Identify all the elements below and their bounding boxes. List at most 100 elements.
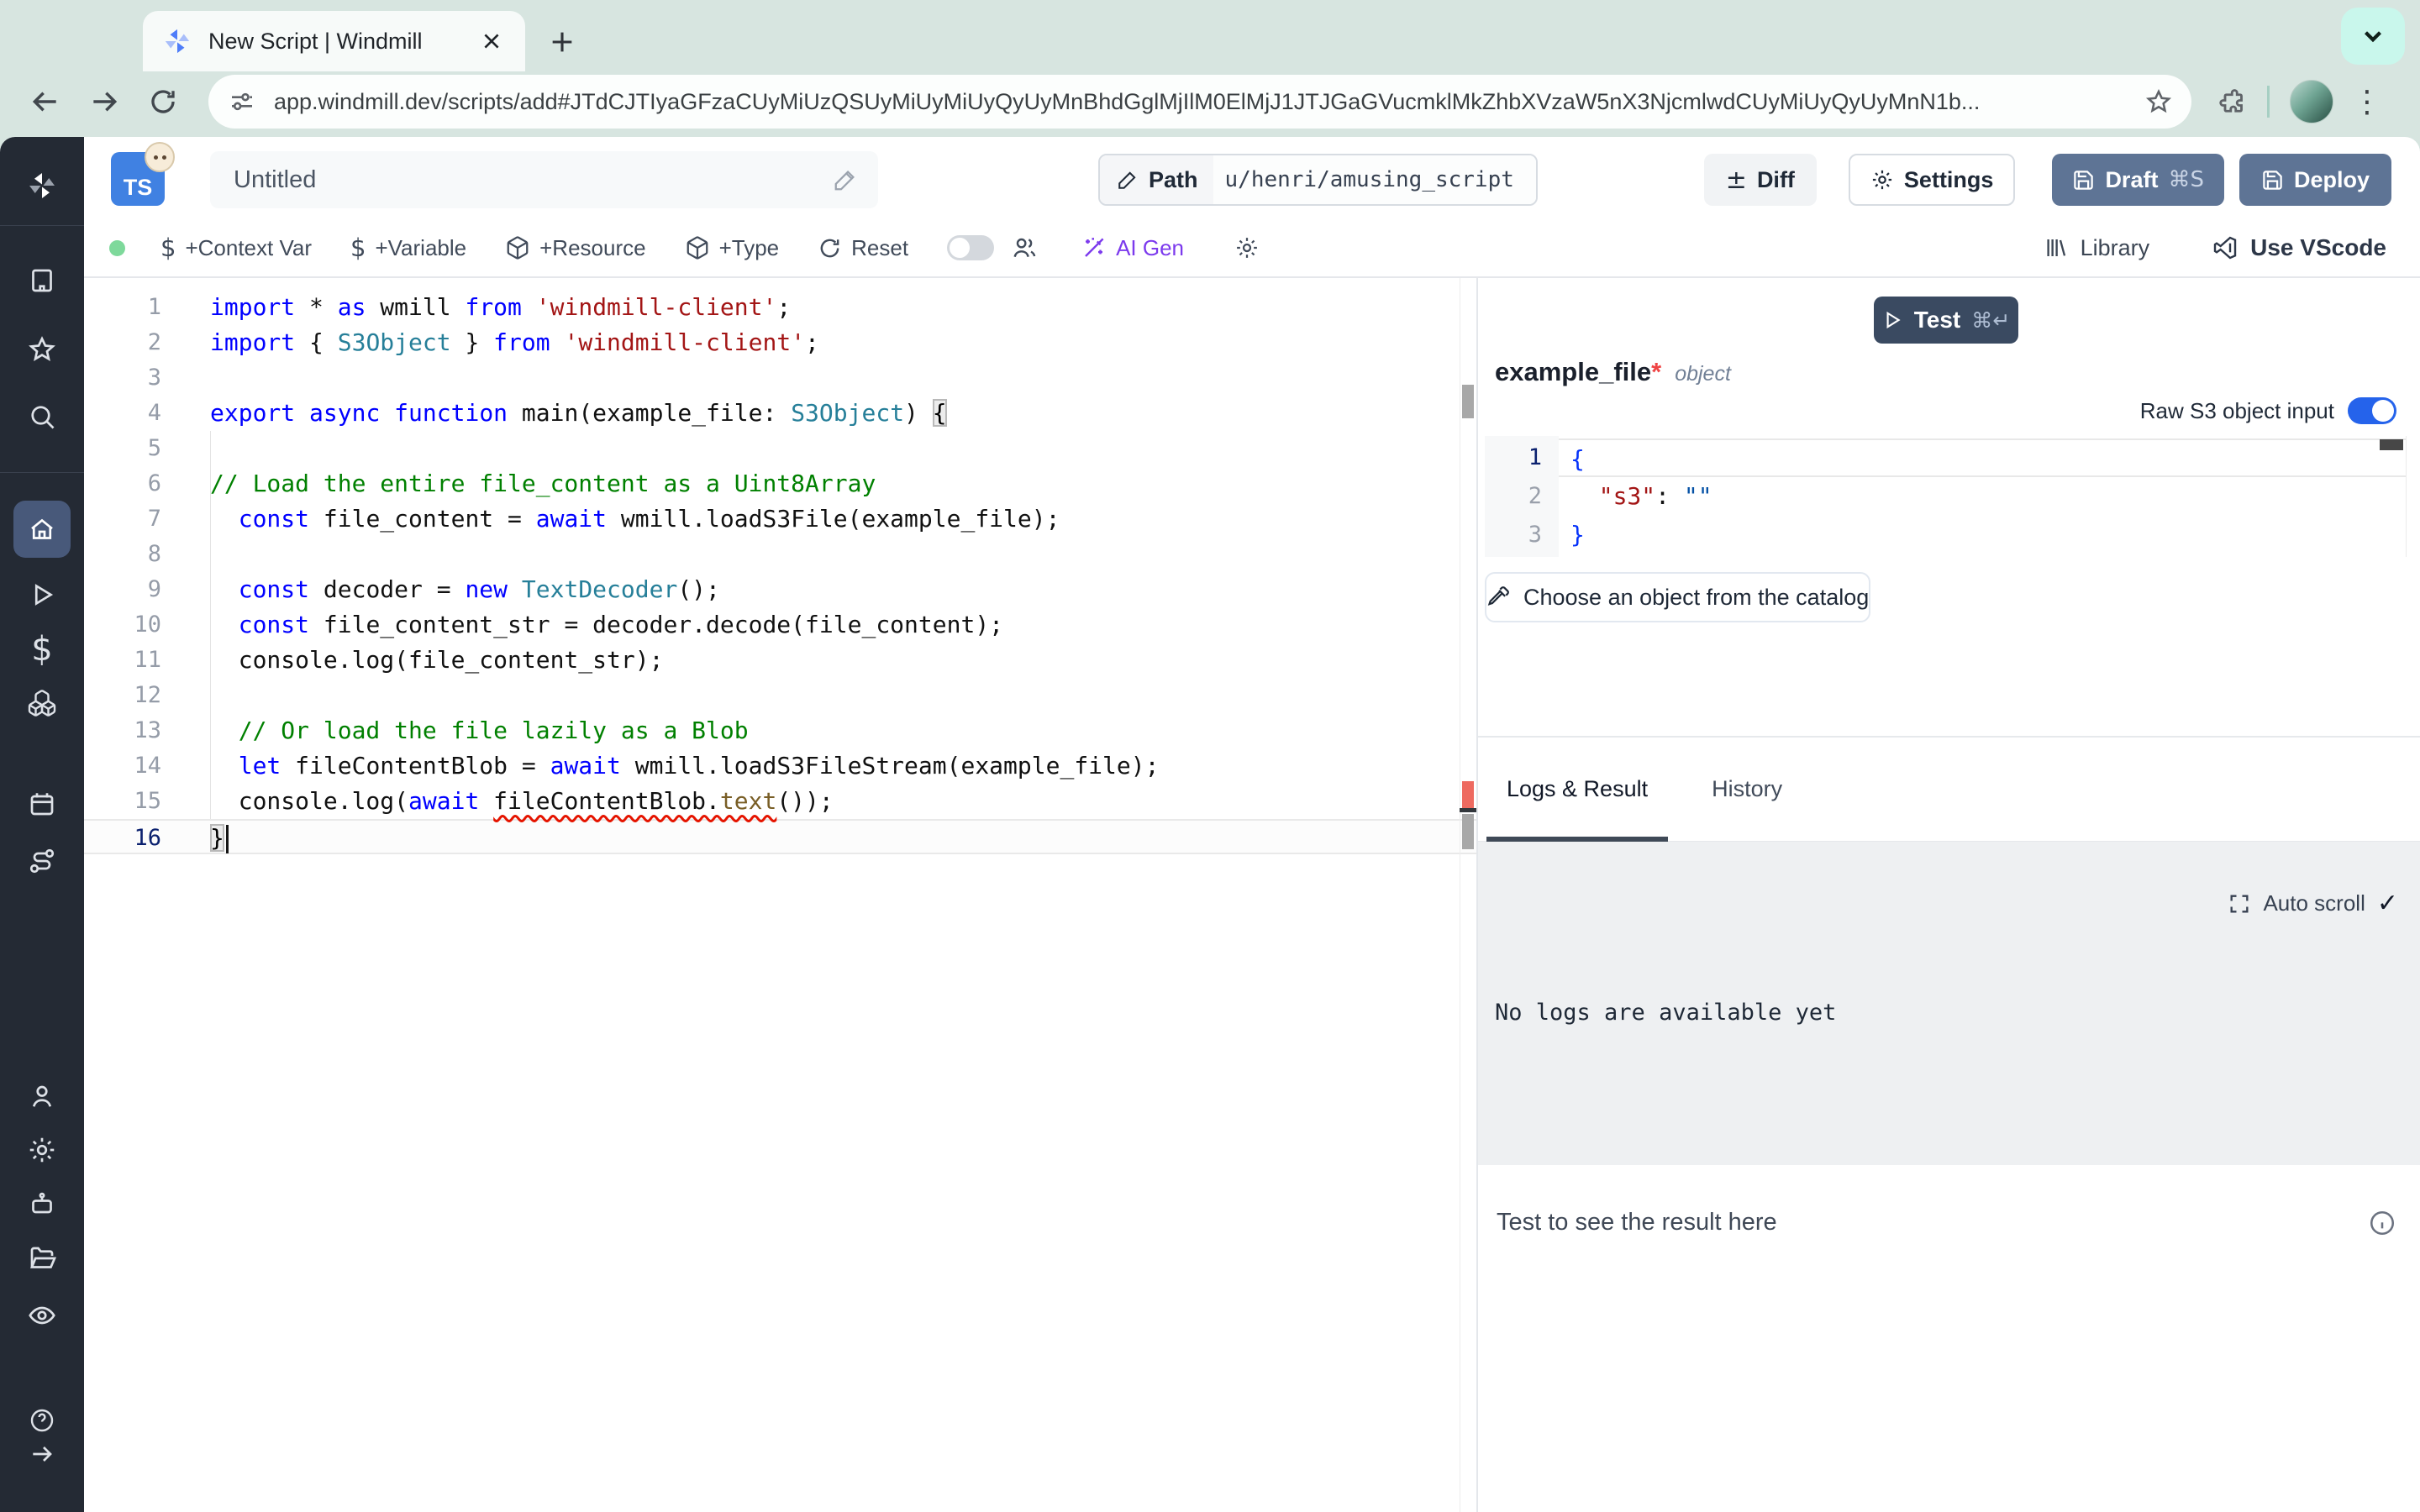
expand-sidebar-icon[interactable] [29,1441,55,1467]
script-header: TS Untitled Path u/henri/amusing_script … [84,137,2420,223]
code-line[interactable]: 12 [84,678,1476,713]
library-button[interactable]: Library [2044,235,2150,261]
code-line[interactable]: 3 [84,360,1476,396]
use-vscode-button[interactable]: Use VScode [2212,234,2386,261]
sidebar-item-schedules[interactable] [27,789,57,819]
code-line[interactable]: 14 let fileContentBlob = await wmill.loa… [84,748,1476,784]
diff-button[interactable]: ± Diff [1704,154,1817,206]
dollar-icon: $ [160,234,176,262]
sidebar-item-folders[interactable] [27,1243,57,1273]
sidebar-item-variables[interactable]: $ [31,633,52,666]
sidebar-item-home[interactable] [13,501,71,558]
result-pane: Test to see the result here [1478,1165,2420,1512]
code-line[interactable]: 5 [84,431,1476,466]
tab-history[interactable]: History [1691,738,1802,841]
raw-s3-toggle[interactable] [2348,397,2396,424]
code-line[interactable]: 1import * as wmill from 'windmill-client… [84,290,1476,325]
required-asterisk: * [1651,357,1661,387]
deploy-button[interactable]: Deploy [2239,154,2391,206]
search-icon[interactable] [27,402,57,432]
ai-gen-button[interactable]: AI Gen [1081,235,1184,261]
line-number: 9 [84,572,210,607]
browser-menu-icon[interactable]: ⋮ [2352,85,2382,119]
toggle-off[interactable] [947,235,994,260]
code-editor[interactable]: 1import * as wmill from 'windmill-client… [84,278,1476,1512]
browser-tab[interactable]: New Script | Windmill [143,11,525,71]
line-number: 15 [84,784,210,819]
add-context-var-button[interactable]: $ +Context Var [160,234,312,262]
argument-type: object [1675,362,1731,386]
extensions-icon[interactable] [2215,87,2245,117]
tab-title: New Script | Windmill [208,29,475,55]
path-label: Path [1149,167,1198,193]
draft-button[interactable]: Draft ⌘S [2052,154,2224,206]
reset-button[interactable]: Reset [818,235,908,261]
code-line[interactable]: 11 console.log(file_content_str); [84,643,1476,678]
sidebar-item-workers[interactable] [27,1189,57,1220]
gear-icon [1234,235,1260,260]
code-line[interactable]: 15 console.log(await fileContentBlob.tex… [84,784,1476,819]
auto-scroll-control[interactable]: Auto scroll ✓ [2228,889,2398,918]
code-line[interactable]: 9 const decoder = new TextDecoder(); [84,572,1476,607]
reset-icon [818,236,842,260]
line-number: 3 [1485,516,1559,554]
path-button[interactable]: Path u/henri/amusing_script [1098,154,1538,206]
sidebar-item-user[interactable] [27,1082,57,1112]
add-resource-button[interactable]: +Resource [505,235,645,261]
windmill-app: $ [0,137,2420,1512]
test-button[interactable]: Test ⌘↵ [1874,297,2018,344]
sidebar-item-settings[interactable] [27,1135,57,1165]
multiplayer-toggle[interactable] [947,235,994,260]
sidebar-item-flows[interactable] [27,846,57,876]
choose-object-button[interactable]: Choose an object from the catalog [1485,572,1870,622]
back-button[interactable] [22,78,69,125]
logs-empty-text: No logs are available yet [1495,1000,1836,1026]
sidebar-item-resources[interactable] [27,688,57,718]
edit-path-icon [1117,169,1139,191]
bookmark-star-icon[interactable] [2144,87,2173,116]
code-line[interactable]: 1{ [1485,438,2406,477]
expand-icon[interactable] [2228,892,2251,916]
sidebar-item-favorites[interactable] [27,334,57,365]
tab-bar: New Script | Windmill [0,0,2420,71]
profile-avatar[interactable] [2290,80,2333,123]
code-line[interactable]: 6// Load the entire file_content as a Ui… [84,466,1476,501]
scrollbar-thumb[interactable] [2380,439,2403,450]
add-variable-button[interactable]: $ +Variable [350,234,466,262]
tab-search-button[interactable] [2341,8,2405,65]
settings-button[interactable]: Settings [1849,154,2016,206]
json-input-editor[interactable]: 1{2 "s3": ""3} [1485,436,2407,557]
code-line[interactable]: 8 [84,537,1476,572]
raw-s3-toggle-row: Raw S3 object input [1485,394,2407,428]
check-icon[interactable]: ✓ [2377,889,2398,918]
sidebar-item-audit-logs[interactable] [27,1300,57,1331]
address-bar[interactable]: app.windmill.dev/scripts/add#JTdCJTIyaGF… [208,75,2191,129]
code-line[interactable]: 10 const file_content_str = decoder.deco… [84,607,1476,643]
windmill-logo-icon[interactable] [27,171,57,201]
code-line[interactable]: 2 "s3": "" [1485,477,2406,516]
tab-logs-result[interactable]: Logs & Result [1486,738,1668,841]
new-tab-button[interactable] [542,22,582,62]
sidebar-item-workspace[interactable] [27,265,57,296]
app-sidebar: $ [0,137,84,1512]
language-badge: TS [111,152,166,207]
site-settings-icon[interactable] [229,88,255,115]
edit-title-icon[interactable] [833,167,858,192]
info-icon[interactable] [2368,1209,2396,1237]
code-line[interactable]: 16} [84,819,1476,854]
add-type-button[interactable]: +Type [685,235,780,261]
editor-settings-button[interactable] [1234,235,1260,260]
code-line[interactable]: 7 const file_content = await wmill.loadS… [84,501,1476,537]
code-line[interactable]: 13 // Or load the file lazily as a Blob [84,713,1476,748]
code-line[interactable]: 3} [1485,516,2406,554]
code-line[interactable]: 2import { S3Object } from 'windmill-clie… [84,325,1476,360]
sidebar-item-runs[interactable] [27,580,57,610]
code-line[interactable]: 4export async function main(example_file… [84,396,1476,431]
reload-button[interactable] [139,78,187,125]
line-number: 8 [84,537,210,572]
script-title-input[interactable]: Untitled [210,151,878,208]
vscode-icon [2212,234,2238,261]
help-icon[interactable] [29,1407,55,1434]
tab-close-icon[interactable] [475,24,508,58]
forward-button[interactable] [81,78,128,125]
